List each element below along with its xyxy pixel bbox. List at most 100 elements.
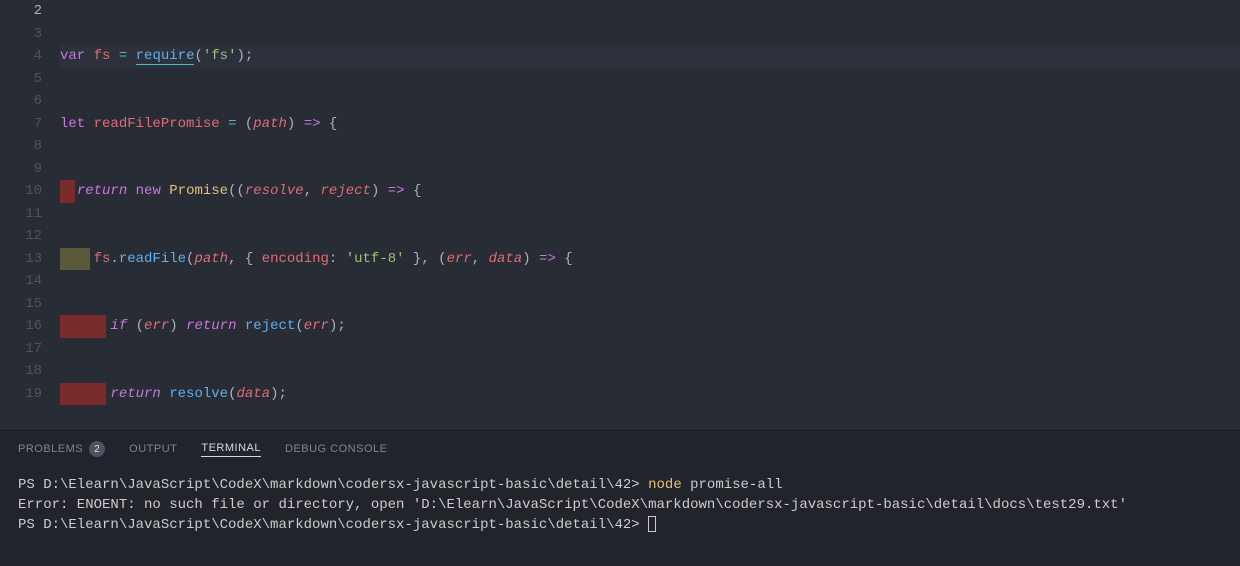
token-punct: } [405, 251, 422, 267]
token-string: 'fs' [203, 48, 237, 64]
token-keyword: let [60, 116, 85, 132]
tab-terminal[interactable]: TERMINAL [201, 442, 261, 457]
terminal-command: node [648, 477, 682, 493]
terminal-prompt: PS D:\Elearn\JavaScript\CodeX\markdown\c… [18, 517, 648, 533]
tab-problems[interactable]: PROBLEMS 2 [18, 441, 105, 457]
token-property: encoding [262, 251, 329, 267]
token-punct: , [304, 183, 321, 199]
code-line[interactable]: return new Promise((resolve, reject) => … [60, 180, 1240, 203]
problems-badge: 2 [89, 441, 105, 457]
terminal-output[interactable]: PS D:\Elearn\JavaScript\CodeX\markdown\c… [0, 467, 1240, 566]
token-punct: ; [278, 386, 286, 402]
diff-marker [60, 315, 106, 338]
token-param: path [194, 251, 228, 267]
diff-marker [60, 180, 75, 203]
code-editor[interactable]: 2 3 4 5 6 7 8 9 10 11 12 13 14 15 16 17 … [0, 0, 1240, 430]
token-operator: = [228, 116, 236, 132]
token-punct: ( [127, 318, 144, 334]
line-number: 9 [0, 158, 42, 181]
token-string: 'utf-8' [346, 251, 405, 267]
line-number: 12 [0, 225, 42, 248]
tab-output[interactable]: OUTPUT [129, 443, 177, 455]
token-punct: , [421, 251, 438, 267]
token-keyword: return [186, 318, 236, 334]
panel-tabs: PROBLEMS 2 OUTPUT TERMINAL DEBUG CONSOLE [0, 431, 1240, 467]
token-arrow: => [304, 116, 321, 132]
token-function: resolve [169, 386, 228, 402]
token-punct: ( [295, 318, 303, 334]
token-param: reject [321, 183, 371, 199]
token-keyword: if [110, 318, 127, 334]
token-punct: . [110, 251, 118, 267]
token-class: Promise [169, 183, 228, 199]
token-param: resolve [245, 183, 304, 199]
line-number: 6 [0, 90, 42, 113]
line-number: 19 [0, 383, 42, 406]
token-punct: { [564, 251, 572, 267]
token-variable: fs [94, 251, 111, 267]
line-number: 16 [0, 315, 42, 338]
token-keyword: new [136, 183, 161, 199]
token-param: data [236, 386, 270, 402]
token-function: require [136, 48, 195, 65]
terminal-error: Error: ENOENT: no such file or directory… [18, 497, 1127, 513]
token-operator: = [119, 48, 127, 64]
token-keyword: var [60, 48, 85, 64]
token-punct: ( [194, 48, 202, 64]
code-line[interactable]: var fs = require('fs'); [60, 45, 1240, 68]
token-punct: ) [522, 251, 530, 267]
line-number: 3 [0, 23, 42, 46]
tab-debug-console[interactable]: DEBUG CONSOLE [285, 443, 387, 455]
token-keyword: return [77, 183, 127, 199]
line-number: 5 [0, 68, 42, 91]
token-param: err [447, 251, 472, 267]
token-arrow: => [388, 183, 405, 199]
code-line[interactable]: if (err) return reject(err); [60, 315, 1240, 338]
code-line[interactable]: return resolve(data); [60, 383, 1240, 406]
token-variable: fs [94, 48, 111, 64]
token-function: reject [245, 318, 295, 334]
token-param: path [253, 116, 287, 132]
token-punct: (( [228, 183, 245, 199]
token-punct: ; [245, 48, 253, 64]
token-function: readFile [119, 251, 186, 267]
token-punct: : [329, 251, 346, 267]
line-number: 8 [0, 135, 42, 158]
tab-label: TERMINAL [201, 442, 261, 454]
token-punct: { [413, 183, 421, 199]
token-punct: , [472, 251, 489, 267]
line-number: 18 [0, 360, 42, 383]
line-number: 14 [0, 270, 42, 293]
line-number: 10 [0, 180, 42, 203]
tab-label: DEBUG CONSOLE [285, 443, 387, 455]
tab-label: OUTPUT [129, 443, 177, 455]
code-line[interactable]: fs.readFile(path, { encoding: 'utf-8' },… [60, 248, 1240, 271]
token-keyword: return [110, 386, 160, 402]
token-punct: { [329, 116, 337, 132]
bottom-panel: PROBLEMS 2 OUTPUT TERMINAL DEBUG CONSOLE… [0, 430, 1240, 566]
token-param: data [489, 251, 523, 267]
terminal-arg: promise-all [682, 477, 783, 493]
token-variable: readFilePromise [94, 116, 220, 132]
line-number: 2 [0, 0, 42, 23]
diff-marker [60, 248, 90, 271]
token-punct: ) [371, 183, 379, 199]
terminal-cursor [648, 516, 656, 532]
line-number: 7 [0, 113, 42, 136]
line-number: 15 [0, 293, 42, 316]
line-number: 17 [0, 338, 42, 361]
tab-label: PROBLEMS [18, 443, 83, 455]
token-punct: { [245, 251, 262, 267]
code-line[interactable]: let readFilePromise = (path) => { [60, 113, 1240, 136]
token-param: err [304, 318, 329, 334]
line-number-gutter: 2 3 4 5 6 7 8 9 10 11 12 13 14 15 16 17 … [0, 0, 60, 430]
token-punct: , [228, 251, 245, 267]
code-content[interactable]: var fs = require('fs'); let readFileProm… [60, 0, 1240, 430]
diff-marker [60, 383, 106, 406]
token-punct: ) [236, 48, 244, 64]
token-punct: ; [337, 318, 345, 334]
line-number: 11 [0, 203, 42, 226]
token-arrow: => [539, 251, 556, 267]
token-punct: ) [287, 116, 295, 132]
line-number: 4 [0, 45, 42, 68]
